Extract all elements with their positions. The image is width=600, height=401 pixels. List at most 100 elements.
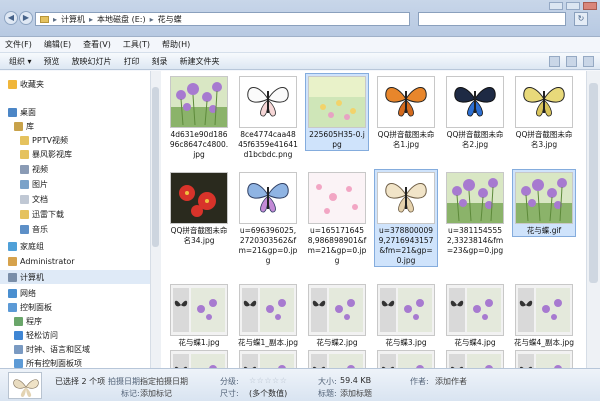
close-button[interactable] bbox=[583, 2, 597, 10]
tags-label: 标记: bbox=[121, 389, 140, 398]
file-tile[interactable]: 花与蝶.gif bbox=[512, 169, 576, 237]
library-icon bbox=[14, 121, 23, 131]
print-button[interactable]: 打印 bbox=[124, 56, 140, 67]
file-tile[interactable]: 花与蝶3.jpg bbox=[374, 281, 438, 349]
file-thumbnail bbox=[308, 76, 366, 128]
tags-value[interactable]: 添加标记 bbox=[140, 388, 172, 399]
file-grid: 4d631e90d18696c8647c4800.jpg 8ce4774caa4… bbox=[161, 71, 586, 368]
folder-icon bbox=[40, 15, 49, 23]
selected-count: 已选择 2 个项 bbox=[55, 377, 106, 386]
file-tile[interactable] bbox=[512, 347, 576, 368]
view-options-icon[interactable] bbox=[549, 56, 560, 67]
menu-tools[interactable]: 工具(T) bbox=[123, 39, 150, 50]
file-tile[interactable]: 花与蝶2.jpg bbox=[305, 281, 369, 349]
forward-button[interactable]: ▶ bbox=[19, 11, 33, 25]
sidebar-item[interactable]: 轻松访问 bbox=[0, 328, 154, 342]
content-scrollbar[interactable] bbox=[586, 71, 600, 368]
file-tile[interactable]: 8ce4774caa4845f6359e41641d1bcbdc.png bbox=[236, 73, 300, 161]
sidebar-item[interactable]: 图片 bbox=[0, 177, 154, 191]
breadcrumb-computer[interactable]: 计算机 bbox=[61, 14, 85, 25]
breadcrumb-drive-e[interactable]: 本地磁盘 (E:) bbox=[97, 14, 146, 25]
organize-button[interactable]: 组织 ▾ bbox=[9, 56, 32, 67]
file-thumbnail bbox=[515, 350, 573, 368]
file-tile[interactable]: 225605H35-0.jpg bbox=[305, 73, 369, 151]
file-thumbnail bbox=[308, 172, 366, 224]
sidebar-item[interactable]: 文档 bbox=[0, 192, 154, 206]
breadcrumb-current-folder[interactable]: 花与蝶 bbox=[158, 14, 182, 25]
address-bar[interactable]: ▸ 计算机 ▸ 本地磁盘 (E:) ▸ 花与蝶 bbox=[35, 12, 410, 26]
file-tile[interactable]: QQ拼音截图未命名3.jpg bbox=[512, 73, 576, 151]
file-thumbnail bbox=[239, 76, 297, 128]
slideshow-button[interactable]: 放映幻灯片 bbox=[72, 56, 112, 67]
file-tile[interactable]: u=1651716458,986898901&fm=21&gp=0.jpg bbox=[305, 169, 369, 267]
sidebar-item[interactable]: Administrator bbox=[0, 254, 154, 268]
file-tile[interactable]: u=3788000099,2716943157&fm=21&gp=0.jpg bbox=[374, 169, 438, 267]
network-icon bbox=[8, 288, 17, 298]
file-tile[interactable]: QQ拼音截图未命名34.jpg bbox=[167, 169, 231, 247]
file-tile[interactable]: u=3811545552,3323814&fm=23&gp=0.jpg bbox=[443, 169, 507, 257]
file-thumbnail bbox=[515, 172, 573, 224]
file-tile[interactable]: QQ拼音截图未命名1.jpg bbox=[374, 73, 438, 151]
back-button[interactable]: ◀ bbox=[4, 11, 18, 25]
preview-button[interactable]: 预览 bbox=[44, 56, 60, 67]
burn-button[interactable]: 刻录 bbox=[152, 56, 168, 67]
refresh-icon[interactable]: ↻ bbox=[574, 12, 588, 26]
address-bar-area: ◀ ▶ ▸ 计算机 ▸ 本地磁盘 (E:) ▸ 花与蝶 ↻ bbox=[0, 0, 600, 37]
file-thumbnail bbox=[239, 172, 297, 224]
preview-pane-icon[interactable] bbox=[566, 56, 577, 67]
file-tile[interactable]: 花与蝶1_副本.jpg bbox=[236, 281, 300, 349]
file-tile[interactable]: 花与蝶4.jpg bbox=[443, 281, 507, 349]
command-toolbar: 组织 ▾ 预览 放映幻灯片 打印 刻录 新建文件夹 bbox=[0, 52, 600, 70]
sidebar-item[interactable]: 网络 bbox=[0, 286, 154, 300]
navigation-scrollbar[interactable] bbox=[150, 71, 161, 368]
author-label: 作者: bbox=[410, 377, 429, 386]
file-tile[interactable]: 花与蝶4_副本.jpg bbox=[512, 281, 576, 349]
file-tile[interactable]: QQ拼音截图未命名2.jpg bbox=[443, 73, 507, 151]
file-tile[interactable] bbox=[374, 347, 438, 368]
sidebar-item[interactable]: 迅雷下载 bbox=[0, 207, 154, 221]
minimize-button[interactable] bbox=[549, 2, 563, 10]
file-tile[interactable]: 花与蝶1.jpg bbox=[167, 281, 231, 349]
sidebar-item[interactable]: 视频 bbox=[0, 162, 154, 176]
breadcrumb-separator: ▸ bbox=[149, 14, 154, 24]
search-input[interactable] bbox=[418, 12, 566, 26]
sidebar-item[interactable]: 家庭组 bbox=[0, 239, 154, 253]
sidebar-item[interactable]: 桌面 bbox=[0, 105, 154, 119]
sidebar-item[interactable]: 所有控制面板项 bbox=[0, 356, 154, 368]
file-tile[interactable] bbox=[305, 347, 369, 368]
sidebar-item[interactable]: 计算机 bbox=[0, 270, 154, 284]
file-tile[interactable] bbox=[167, 347, 231, 368]
file-tile[interactable]: u=696396025,2720303562&fm=21&gp=0.jpg bbox=[236, 169, 300, 267]
maximize-button[interactable] bbox=[566, 2, 580, 10]
file-tile[interactable] bbox=[443, 347, 507, 368]
sidebar-item[interactable]: 收藏夹 bbox=[0, 77, 154, 91]
menu-file[interactable]: 文件(F) bbox=[5, 39, 32, 50]
ease-of-access-icon bbox=[14, 330, 23, 340]
file-thumbnail bbox=[446, 284, 504, 336]
sidebar-item[interactable]: 暴风影视库 bbox=[0, 147, 154, 161]
sidebar-item-label: 控制面板 bbox=[20, 302, 52, 312]
menu-edit[interactable]: 编辑(E) bbox=[44, 39, 71, 50]
menu-help[interactable]: 帮助(H) bbox=[162, 39, 190, 50]
new-folder-button[interactable]: 新建文件夹 bbox=[180, 56, 220, 67]
rating-stars[interactable]: ☆☆☆☆☆ bbox=[249, 376, 287, 385]
sidebar-item[interactable]: 控制面板 bbox=[0, 300, 154, 314]
file-tile[interactable] bbox=[236, 347, 300, 368]
file-name: u=1651716458,986898901&fm=21&gp=0.jpg bbox=[307, 226, 367, 265]
file-tile[interactable]: 4d631e90d18696c8647c4800.jpg bbox=[167, 73, 231, 161]
title-value[interactable]: 添加标题 bbox=[340, 388, 372, 399]
sidebar-item[interactable]: PPTV视频 bbox=[0, 133, 154, 147]
sidebar-item-label: 轻松访问 bbox=[26, 330, 58, 340]
file-thumbnail bbox=[377, 350, 435, 368]
author-value[interactable]: 添加作者 bbox=[435, 376, 467, 387]
desktop-icon bbox=[8, 107, 17, 117]
help-icon[interactable] bbox=[583, 56, 594, 67]
sidebar-item[interactable]: 程序 bbox=[0, 314, 154, 328]
sidebar-item-label: 桌面 bbox=[20, 107, 36, 117]
sidebar-item[interactable]: 时钟、语言和区域 bbox=[0, 342, 154, 356]
menu-view[interactable]: 查看(V) bbox=[83, 39, 111, 50]
sidebar-item[interactable]: 音乐 bbox=[0, 222, 154, 236]
shot-date-value[interactable]: 指定拍摄日期 bbox=[140, 376, 188, 387]
sidebar-item[interactable]: 库 bbox=[0, 119, 154, 133]
sidebar-item-label: 收藏夹 bbox=[20, 79, 44, 89]
